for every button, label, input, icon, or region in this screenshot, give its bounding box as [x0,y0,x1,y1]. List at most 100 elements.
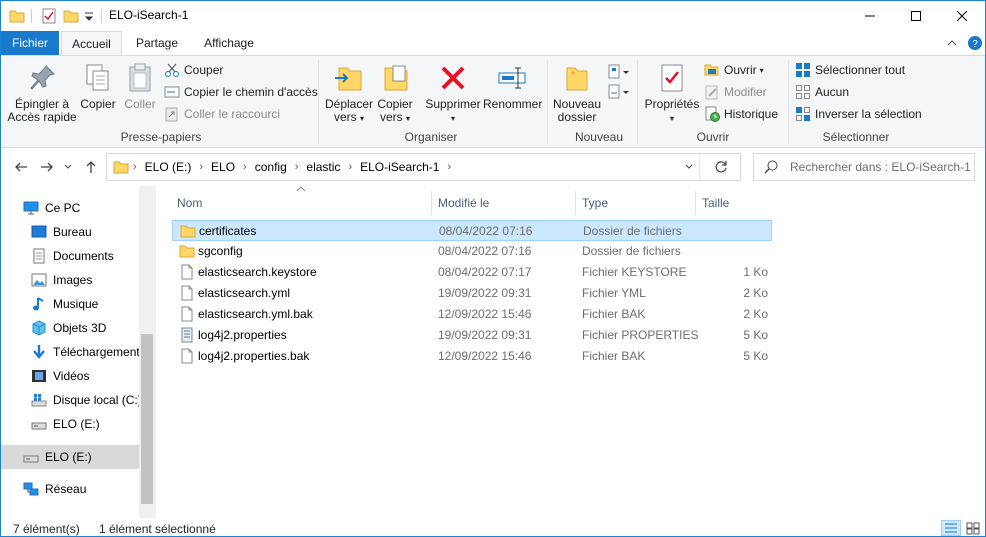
file-row[interactable]: sgconfig 08/04/2022 07:16 Dossier de fichi… [172,241,772,262]
scrollbar-thumb[interactable] [141,334,153,504]
column-header-modified[interactable]: Modifié le [432,191,576,215]
item-count: 7 élément(s) [13,522,80,536]
file-name: elasticsearch.keystore [198,265,317,279]
back-button[interactable] [11,157,31,177]
nav-item-desktop[interactable]: Bureau [1,220,139,244]
chevron-right-icon[interactable]: › [344,161,356,173]
history-icon [705,106,720,122]
details-view-button[interactable] [941,520,961,536]
paste-button[interactable]: Coller [121,62,159,111]
nav-pane-scrollbar[interactable] [139,186,156,518]
chevron-right-icon[interactable]: › [291,161,303,173]
tab-share[interactable]: Partage [127,31,187,55]
select-none-button[interactable]: Aucun [795,82,849,102]
search-box[interactable]: Rechercher dans : ELO-iSearch-1 [753,153,975,181]
new-folder-label-1: Nouveau [552,97,602,111]
edit-button[interactable]: Modifier [704,82,767,102]
clipboard-icon [129,63,151,92]
new-folder-button[interactable]: Nouveau dossier [551,62,603,124]
breadcrumb-config[interactable]: config [251,160,291,174]
file-modified: 08/04/2022 07:16 [438,244,532,258]
open-button[interactable]: Ouvrir ▾ [704,60,764,80]
maximize-button[interactable] [893,1,939,31]
close-button[interactable] [939,1,985,31]
file-type: Dossier de fichiers [582,244,681,258]
file-name: log4j2.properties.bak [198,349,310,363]
properties-button[interactable]: Propriétés ▾ [641,62,703,125]
up-button[interactable] [81,157,101,177]
history-label: Historique [724,107,779,121]
breadcrumb-elo-drive[interactable]: ELO (E:) [141,160,196,174]
delete-button[interactable]: Supprimer ▾ [425,62,481,125]
recent-locations-button[interactable] [61,157,75,177]
file-modified: 08/04/2022 07:16 [439,224,533,238]
music-note-icon [33,297,44,311]
easy-access-icon[interactable] [607,84,631,100]
move-to-button[interactable]: Déplacer vers ▾ [323,62,375,125]
properties-quick-access-icon[interactable] [41,8,57,24]
nav-item-pictures[interactable]: Images [1,268,139,292]
history-button[interactable]: Historique [704,104,778,124]
scissors-icon [165,63,179,77]
chevron-right-icon[interactable]: › [443,161,455,173]
nav-item-music[interactable]: Musique [1,292,139,316]
breadcrumb-current[interactable]: ELO-iSearch-1 [356,160,443,174]
file-row[interactable]: elasticsearch.yml.bak 12/09/2022 15:46 Fic… [172,304,772,325]
address-bar[interactable]: › ELO (E:) › ELO › config › elastic › EL… [106,153,741,181]
file-name: elasticsearch.yml [198,286,291,300]
file-row[interactable]: log4j2.properties.bak 12/09/2022 15:46 Fic… [172,346,772,367]
help-icon[interactable]: ? [967,35,983,51]
nav-item-this-pc[interactable]: Ce PC [1,196,139,220]
column-header-name[interactable]: Nom [171,191,432,215]
tab-home[interactable]: Accueil [61,31,122,56]
pin-quick-access-button[interactable]: Épingler à Accès rapide [7,62,77,124]
column-header-size[interactable]: Taille [696,191,776,215]
copy-label: Copier [80,97,116,111]
file-row[interactable]: log4j2.properties 19/09/2022 09:31 Fichier… [172,325,772,346]
copy-path-button[interactable]: Copier le chemin d'accès [164,82,318,102]
file-row[interactable]: certificates 08/04/2022 07:16 Dossier de f… [172,220,772,241]
copy-button[interactable]: Copier [79,62,117,111]
file-icon [181,306,193,322]
chevron-right-icon: › [133,161,137,173]
new-folder-quick-access-icon[interactable] [63,8,79,24]
chevron-right-icon[interactable]: › [239,161,251,173]
refresh-button[interactable] [706,154,736,180]
large-icons-view-button[interactable] [963,520,983,536]
select-all-button[interactable]: Sélectionner tout [795,60,905,80]
forward-button[interactable] [37,157,57,177]
paste-shortcut-button[interactable]: Coller le raccourci [164,104,280,124]
breadcrumb-elo[interactable]: ELO [207,160,239,174]
invert-selection-button[interactable]: Inverser la sélection [795,104,922,124]
nav-item-network[interactable]: Réseau [1,477,139,501]
breadcrumb-elastic[interactable]: elastic [302,160,344,174]
nav-item-elo-drive-root[interactable]: ELO (E:) [1,445,139,469]
address-history-button[interactable] [678,154,700,180]
nav-item-documents[interactable]: Documents [1,244,139,268]
folder-icon [9,10,25,23]
nav-item-local-disk-c[interactable]: Disque local (C:) [1,388,142,412]
move-to-label-2: vers [333,110,357,124]
chevron-right-icon[interactable]: › [195,161,207,173]
rename-button[interactable]: Renommer [483,62,542,111]
tab-view[interactable]: Affichage [195,31,263,55]
chevron-up-icon[interactable] [947,38,957,48]
tab-file[interactable]: Fichier [1,31,59,55]
nav-item-videos[interactable]: Vidéos [1,364,139,388]
copy-to-button[interactable]: Copier vers ▾ [375,62,415,125]
file-row[interactable]: elasticsearch.keystore 08/04/2022 07:17 Fi… [172,262,772,283]
selection-count: 1 élément sélectionné [99,522,216,536]
column-header-type[interactable]: Type [576,191,696,215]
arrow-left-icon [15,162,27,172]
copy-to-label-1: Copier [377,97,413,111]
nav-item-downloads[interactable]: Téléchargements [1,340,146,364]
new-item-icon[interactable] [607,64,631,80]
nav-item-3d-objects[interactable]: Objets 3D [1,316,139,340]
customize-quick-access-icon[interactable] [84,8,94,24]
folder-icon [180,225,196,238]
cut-button[interactable]: Couper [164,60,223,80]
nav-item-elo-drive[interactable]: ELO (E:) [1,412,139,436]
file-row[interactable]: elasticsearch.yml 19/09/2022 09:31 Fichier… [172,283,772,304]
minimize-button[interactable] [847,1,893,31]
paste-label: Coller [124,97,156,111]
